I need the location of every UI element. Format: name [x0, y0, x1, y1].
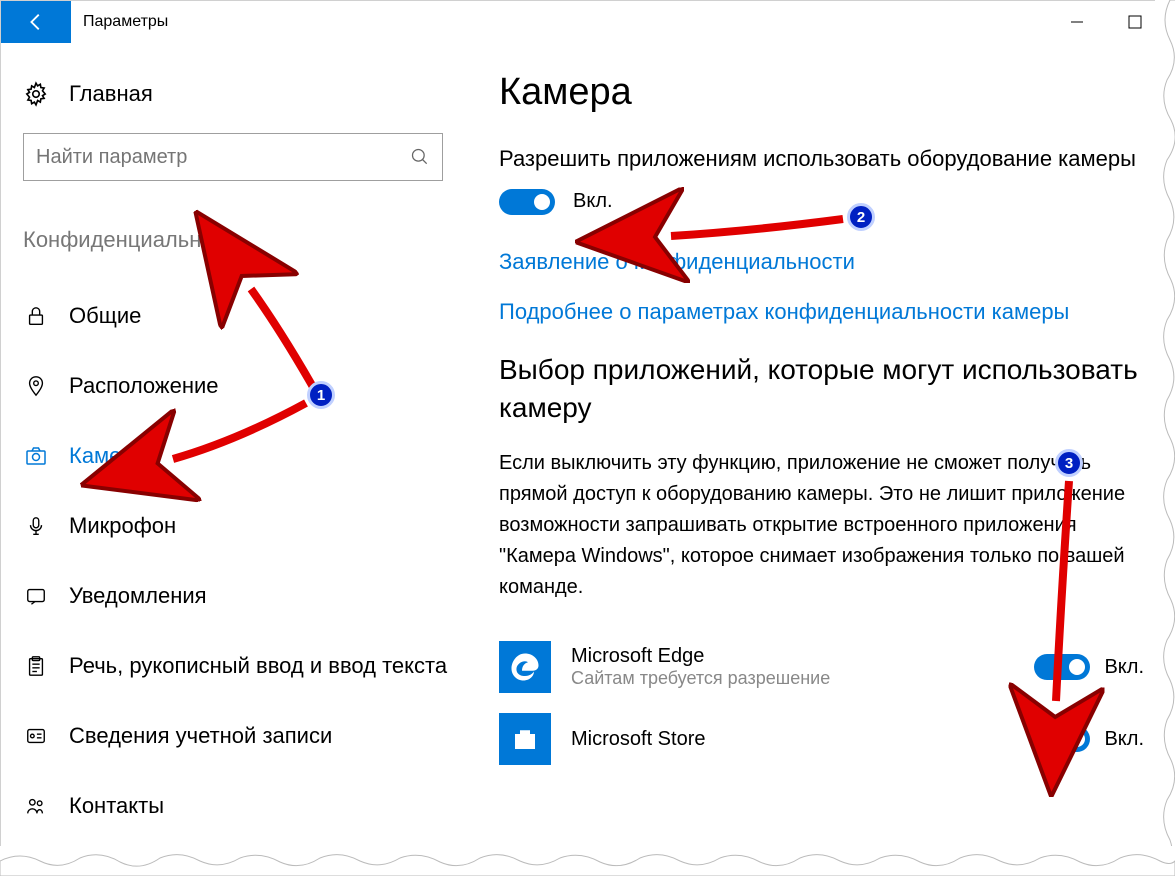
- contacts-icon: [23, 795, 49, 817]
- sidebar-item-account-info[interactable]: Сведения учетной записи: [23, 701, 491, 771]
- titlebar: Параметры: [1, 1, 1164, 43]
- toggle-state-label: Вкл.: [1104, 656, 1144, 679]
- main-panel: Камера Разрешить приложениям использоват…: [491, 43, 1164, 854]
- search-box[interactable]: [23, 133, 443, 181]
- sidebar-item-label: Общие: [69, 303, 141, 329]
- toggle-state-label: Вкл.: [1104, 728, 1144, 751]
- app-subtitle: Сайтам требуется разрешение: [571, 668, 1014, 689]
- link-privacy-settings-more[interactable]: Подробнее о параметрах конфиденциальност…: [499, 299, 1144, 325]
- sidebar: Главная Конфиденциальность Общие Располо…: [1, 43, 491, 854]
- page-title: Камера: [499, 71, 1144, 114]
- app-row-store: Microsoft Store Вкл.: [499, 703, 1144, 775]
- store-icon: [499, 713, 551, 765]
- toggle-row-allow: Вкл.: [499, 189, 1144, 215]
- sidebar-item-microphone[interactable]: Микрофон: [23, 491, 491, 561]
- sidebar-section-label: Конфиденциальность: [23, 227, 491, 253]
- content-area: Главная Конфиденциальность Общие Располо…: [1, 43, 1164, 854]
- camera-icon: [23, 444, 49, 468]
- annotation-badge-3: 3: [1055, 449, 1083, 477]
- sidebar-item-label: Контакты: [69, 793, 164, 819]
- sidebar-item-notifications[interactable]: Уведомления: [23, 561, 491, 631]
- edge-icon: [499, 641, 551, 693]
- toggle-app-store[interactable]: [1034, 726, 1090, 752]
- minimize-button[interactable]: [1048, 1, 1106, 43]
- sidebar-item-home[interactable]: Главная: [23, 81, 491, 107]
- gear-icon: [23, 81, 49, 107]
- search-input[interactable]: [36, 146, 410, 169]
- toggle-allow-camera[interactable]: [499, 189, 555, 215]
- back-button[interactable]: [1, 1, 71, 43]
- torn-edge-right: [1155, 0, 1175, 866]
- annotation-badge-1: 1: [307, 381, 335, 409]
- toggle-state-label: Вкл.: [573, 190, 613, 213]
- sidebar-item-camera[interactable]: Камера: [23, 421, 491, 491]
- torn-edge-bottom: [0, 846, 1175, 876]
- search-icon: [410, 147, 430, 167]
- sidebar-item-label: Расположение: [69, 373, 219, 399]
- home-label: Главная: [69, 81, 153, 107]
- window-controls: [1048, 1, 1164, 43]
- sidebar-item-general[interactable]: Общие: [23, 281, 491, 351]
- choose-apps-description: Если выключить эту функцию, приложение н…: [499, 448, 1144, 603]
- sidebar-item-label: Речь, рукописный ввод и ввод текста: [69, 653, 447, 679]
- annotation-badge-2: 2: [847, 203, 875, 231]
- microphone-icon: [23, 515, 49, 537]
- sidebar-item-location[interactable]: Расположение: [23, 351, 491, 421]
- sidebar-item-label: Уведомления: [69, 583, 207, 609]
- choose-apps-heading: Выбор приложений, которые могут использо…: [499, 351, 1144, 427]
- sidebar-item-label: Сведения учетной записи: [69, 723, 332, 749]
- sidebar-item-label: Микрофон: [69, 513, 176, 539]
- app-name: Microsoft Edge: [571, 645, 1014, 668]
- lock-icon: [23, 305, 49, 327]
- allow-apps-text: Разрешить приложениям использовать обору…: [499, 144, 1144, 175]
- notifications-icon: [23, 585, 49, 607]
- window-title: Параметры: [71, 1, 168, 43]
- app-name: Microsoft Store: [571, 728, 1014, 751]
- settings-window: Параметры Главная: [0, 0, 1165, 855]
- sidebar-item-speech[interactable]: Речь, рукописный ввод и ввод текста: [23, 631, 491, 701]
- back-arrow-icon: [25, 11, 47, 33]
- location-icon: [23, 375, 49, 397]
- app-row-edge: Microsoft Edge Сайтам требуется разрешен…: [499, 631, 1144, 703]
- minimize-icon: [1070, 15, 1084, 29]
- clipboard-icon: [23, 655, 49, 677]
- toggle-app-edge[interactable]: [1034, 654, 1090, 680]
- account-icon: [23, 725, 49, 747]
- maximize-icon: [1128, 15, 1142, 29]
- sidebar-item-label: Камера: [69, 443, 146, 469]
- link-privacy-statement[interactable]: Заявление о конфиденциальности: [499, 249, 1144, 275]
- sidebar-item-contacts[interactable]: Контакты: [23, 771, 491, 841]
